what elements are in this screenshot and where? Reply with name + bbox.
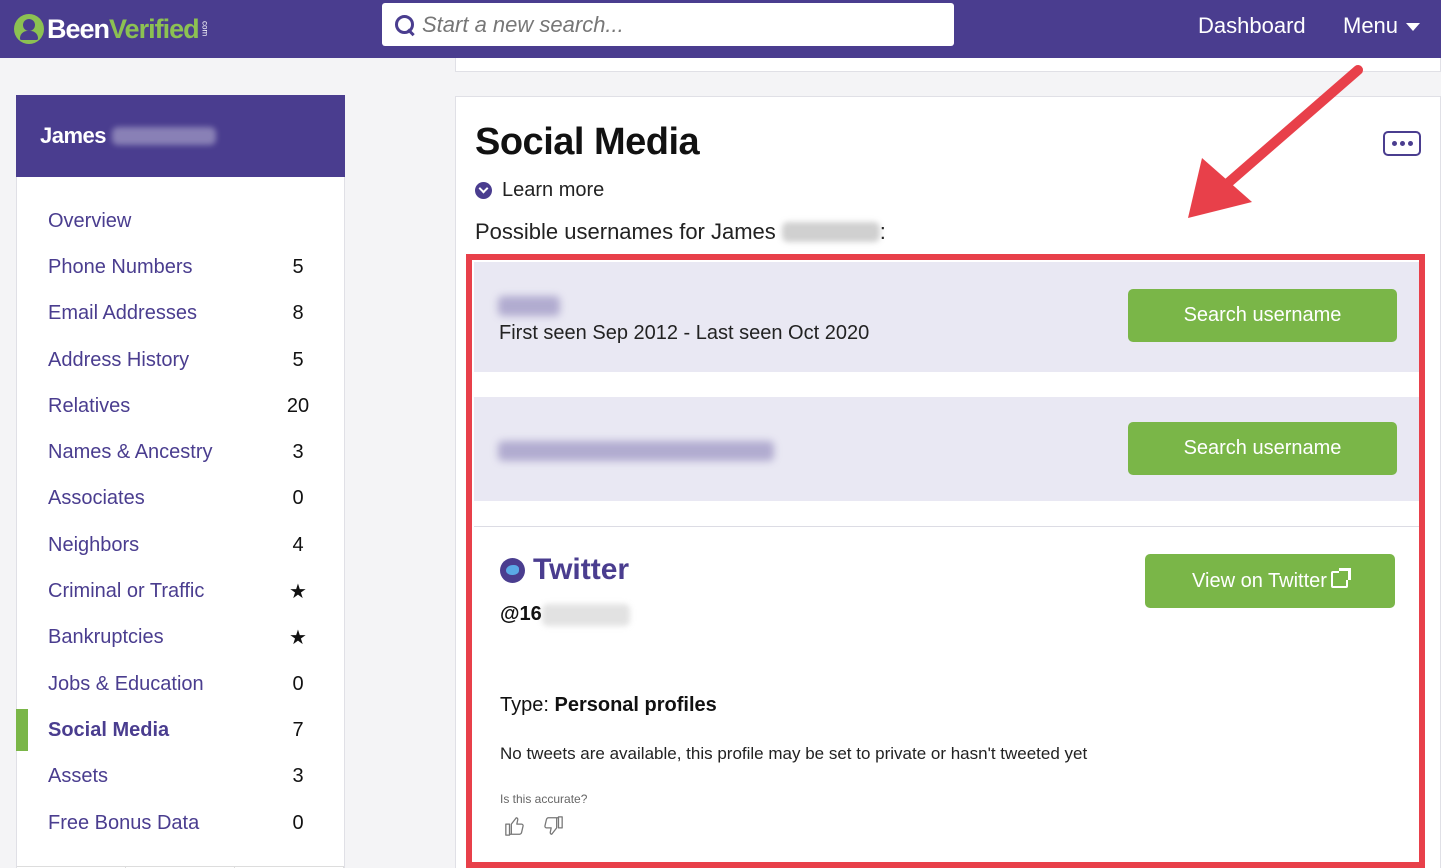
sidebar-item-label: Neighbors (48, 533, 140, 556)
previous-section-card (455, 58, 1441, 72)
menu-label: Menu (1343, 13, 1399, 38)
sidebar-item-count: 4 (292, 533, 304, 556)
sidebar-item-count: 0 (292, 487, 304, 510)
sidebar-item-label: Phone Numbers (48, 255, 193, 278)
sidebar-item-overview[interactable]: Overview (17, 198, 344, 244)
sidebar-item-neighbors[interactable]: Neighbors 4 (17, 522, 344, 568)
sidebar-item-label: Free Bonus Data (48, 811, 200, 834)
sidebar-item-count: 3 (292, 765, 304, 788)
logo-text-been: Been (47, 13, 110, 44)
redacted-username (498, 441, 774, 461)
sidebar-item-free-bonus-data[interactable]: Free Bonus Data 0 (17, 800, 344, 846)
sidebar-item-label: Overview (48, 209, 132, 232)
sidebar-item-count: 20 (286, 394, 310, 417)
learn-more-label: Learn more (502, 179, 605, 201)
sidebar-item-associates[interactable]: Associates 0 (17, 476, 344, 522)
view-on-twitter-button[interactable]: View on Twitter (1145, 554, 1395, 608)
sidebar-item-email-addresses[interactable]: Email Addresses 8 (17, 291, 344, 337)
sidebar-item-count: 3 (292, 441, 304, 464)
sidebar-item-label: Social Media (48, 718, 170, 741)
menu-button[interactable]: Menu (1343, 13, 1421, 39)
star-icon: ★ (289, 627, 307, 650)
sidebar-item-label: Names & Ancestry (48, 441, 213, 464)
sidebar-item-assets[interactable]: Assets 3 (17, 754, 344, 800)
no-tweets-note: No tweets are available, this profile ma… (500, 744, 1088, 763)
logo-text-verified: Verified (109, 13, 200, 44)
sidebar-item-label: Relatives (48, 394, 131, 417)
sidebar-header: James (16, 95, 345, 177)
twitter-title-label: Twitter (533, 553, 630, 586)
search-bar[interactable] (382, 3, 954, 46)
chevron-down-circle-icon (475, 182, 492, 199)
thumbs-down-icon[interactable] (542, 815, 564, 837)
sidebar-item-label: Address History (48, 348, 190, 371)
more-icon (1399, 141, 1405, 146)
external-link-icon (1330, 567, 1351, 588)
sidebar-item-label: Jobs & Education (48, 672, 204, 695)
sidebar-item-count: 8 (292, 302, 304, 325)
view-on-twitter-label: View on Twitter (1192, 569, 1327, 592)
sidebar-item-count: 5 (292, 255, 304, 278)
search-input[interactable] (422, 11, 922, 38)
twitter-profile-card: Twitter @16 View on Twitter Type: Person… (474, 526, 1419, 862)
dashboard-link[interactable]: Dashboard (1198, 13, 1306, 39)
thumbs-up-icon[interactable] (504, 815, 526, 837)
twitter-icon (500, 557, 525, 583)
sidebar-item-label: Criminal or Traffic (48, 580, 205, 603)
learn-more-toggle[interactable]: Learn more (475, 179, 604, 202)
caret-down-icon (1406, 23, 1421, 31)
possible-usernames-suffix: : (879, 219, 886, 244)
twitter-handle: @16 (500, 603, 630, 626)
more-icon (1407, 141, 1413, 146)
username-row: First seen Sep 2012 - Last seen Oct 2020… (474, 262, 1419, 372)
sidebar-item-bankruptcies[interactable]: Bankruptcies ★ (17, 615, 344, 661)
sidebar-item-jobs-education[interactable]: Jobs & Education 0 (17, 661, 344, 707)
section-title: Social Media (475, 121, 700, 163)
sidebar-item-relatives[interactable]: Relatives 20 (17, 383, 344, 429)
sidebar-item-address-history[interactable]: Address History 5 (17, 337, 344, 383)
star-icon: ★ (289, 581, 307, 604)
username-seen-dates: First seen Sep 2012 - Last seen Oct 2020 (499, 322, 870, 344)
person-logo-icon (14, 14, 44, 44)
username-row: Search username (474, 397, 1419, 501)
sidebar-item-count: 0 (292, 811, 304, 834)
sidebar-item-names-ancestry[interactable]: Names & Ancestry 3 (17, 429, 344, 475)
sidebar-item-count: 7 (292, 718, 304, 741)
search-username-button[interactable]: Search username (1128, 289, 1397, 342)
possible-usernames-label: Possible usernames for James (475, 219, 776, 244)
person-name: James (40, 123, 107, 148)
report-sidebar: James Overview Phone Numbers 5 Email Addr… (16, 95, 345, 868)
sidebar-item-count: 0 (292, 672, 304, 695)
logo-com: com (200, 21, 210, 37)
sidebar-item-label: Email Addresses (48, 302, 197, 325)
sidebar-item-social-media[interactable]: Social Media 7 (16, 707, 344, 753)
top-navbar: BeenVerified com Dashboard Menu (0, 0, 1441, 58)
search-username-button[interactable]: Search username (1128, 422, 1397, 475)
twitter-title: Twitter (500, 553, 629, 587)
profile-type: Type: Personal profiles (500, 694, 717, 717)
twitter-handle-label: @16 (500, 603, 542, 625)
sidebar-nav: Overview Phone Numbers 5 Email Addresses 8… (16, 177, 344, 846)
accuracy-prompt: Is this accurate? (500, 792, 588, 806)
redacted-username (498, 296, 560, 316)
redacted-last-name (112, 127, 217, 145)
more-icon (1391, 141, 1397, 146)
logo-text: BeenVerified (47, 13, 200, 45)
sidebar-item-count: 5 (292, 348, 304, 371)
sidebar-item-phone-numbers[interactable]: Phone Numbers 5 (17, 244, 344, 290)
possible-usernames-heading: Possible usernames for James : (475, 219, 886, 245)
sidebar-item-label: Bankruptcies (48, 626, 164, 649)
sidebar-item-criminal-traffic[interactable]: Criminal or Traffic ★ (17, 568, 344, 614)
redacted-last-name (781, 222, 880, 242)
redacted-handle (541, 603, 630, 626)
sidebar-item-label: Assets (48, 765, 109, 788)
logo[interactable]: BeenVerified com (14, 10, 210, 48)
search-icon[interactable] (394, 14, 416, 36)
profile-type-value: Personal profiles (554, 694, 717, 716)
profile-type-label: Type: (500, 694, 549, 716)
more-options-button[interactable] (1383, 131, 1421, 156)
sidebar-item-label: Associates (48, 487, 145, 510)
